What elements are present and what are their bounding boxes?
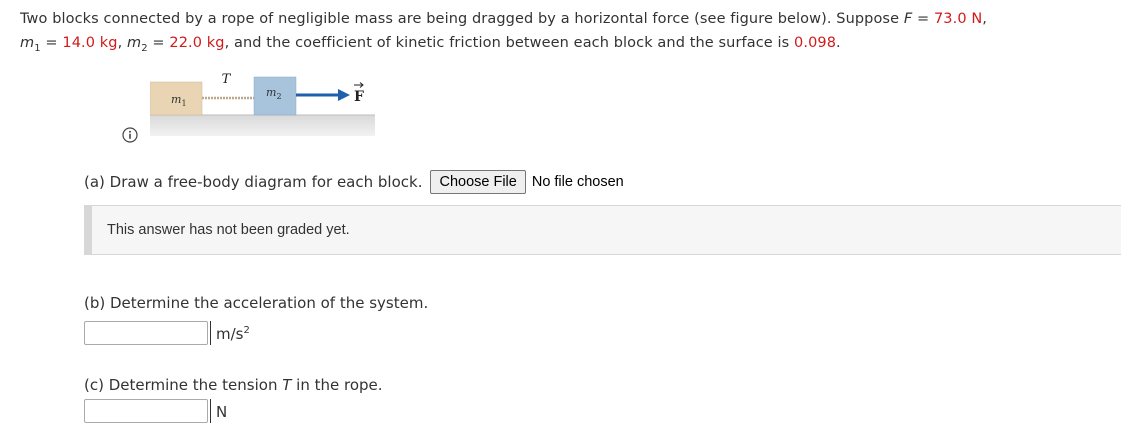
tension-label: T	[222, 72, 232, 87]
problem-text-2: , and the coefficient of kinetic frictio…	[224, 35, 795, 51]
equals-sign: =	[40, 35, 63, 51]
separator: ,	[117, 35, 127, 51]
period: .	[836, 35, 841, 51]
m1-value: 14.0 kg	[62, 35, 118, 51]
force-label: F	[354, 89, 364, 105]
part-c-question: (c) Determine the tension T in the rope.	[84, 376, 383, 394]
force-symbol: F	[903, 11, 913, 27]
problem-line-2: m1 = 14.0 kg, m2 = 22.0 kg, and the coef…	[20, 31, 987, 55]
comma: ,	[982, 11, 988, 27]
problem-line-1: Two blocks connected by a rope of neglig…	[20, 7, 987, 31]
surface	[150, 115, 375, 136]
part-a: (a) Draw a free-body diagram for each bl…	[84, 170, 624, 194]
equals-sign: =	[147, 35, 170, 51]
force-arrowhead	[338, 89, 350, 101]
file-status-text: No file chosen	[531, 174, 624, 190]
tension-unit: N	[210, 399, 227, 423]
graded-notice-box: This answer has not been graded yet.	[84, 205, 1121, 255]
problem-text: Two blocks connected by a rope of neglig…	[20, 11, 904, 27]
m2-value: 22.0 kg	[169, 35, 225, 51]
part-a-question: (a) Draw a free-body diagram for each bl…	[84, 173, 423, 191]
blocks-figure: T m1 m2 F	[150, 72, 375, 136]
tension-input[interactable]	[84, 399, 208, 423]
friction-coefficient-value: 0.098	[794, 35, 837, 51]
acceleration-input[interactable]	[84, 321, 208, 345]
equals-sign: =	[912, 11, 934, 27]
force-value: 73.0 N	[933, 11, 983, 27]
graded-notice-text: This answer has not been graded yet.	[107, 222, 350, 238]
part-b-question: (b) Determine the acceleration of the sy…	[84, 294, 429, 312]
info-icon[interactable]	[122, 127, 138, 143]
m2-symbol: m	[127, 35, 142, 51]
choose-file-button[interactable]: Choose File	[430, 170, 526, 194]
m1-symbol: m	[20, 35, 35, 51]
problem-statement: Two blocks connected by a rope of neglig…	[20, 7, 987, 55]
acceleration-unit: m/s2	[210, 321, 250, 345]
